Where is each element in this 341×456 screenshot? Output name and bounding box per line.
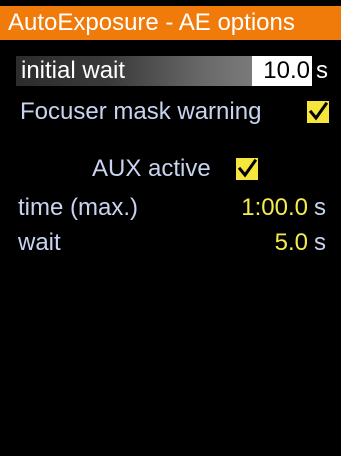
initial-wait-unit: s xyxy=(316,57,328,84)
initial-wait-label: initial wait xyxy=(21,57,126,84)
wait-value[interactable]: 5.0 xyxy=(198,229,308,257)
wait-label: wait xyxy=(18,229,61,256)
checkmark-icon xyxy=(308,101,329,121)
initial-wait-row[interactable]: initial wait 10.0 s xyxy=(16,56,330,86)
checkmark-icon xyxy=(237,158,258,178)
wait-unit: s xyxy=(314,229,326,256)
ae-options-screen: AutoExposure - AE options initial wait 1… xyxy=(0,0,341,456)
focuser-mask-warning-checkbox[interactable] xyxy=(307,101,329,123)
aux-active-checkbox[interactable] xyxy=(236,158,258,180)
time-max-value[interactable]: 1:00.0 xyxy=(198,194,308,222)
time-max-unit: s xyxy=(314,194,326,221)
focuser-mask-warning-label: Focuser mask warning xyxy=(20,98,262,125)
title-bar: AutoExposure - AE options xyxy=(0,6,341,40)
page-title: AutoExposure - AE options xyxy=(8,9,295,36)
time-max-label: time (max.) xyxy=(18,194,138,221)
initial-wait-input[interactable]: 10.0 xyxy=(252,56,312,86)
aux-active-label: AUX active xyxy=(92,155,211,182)
